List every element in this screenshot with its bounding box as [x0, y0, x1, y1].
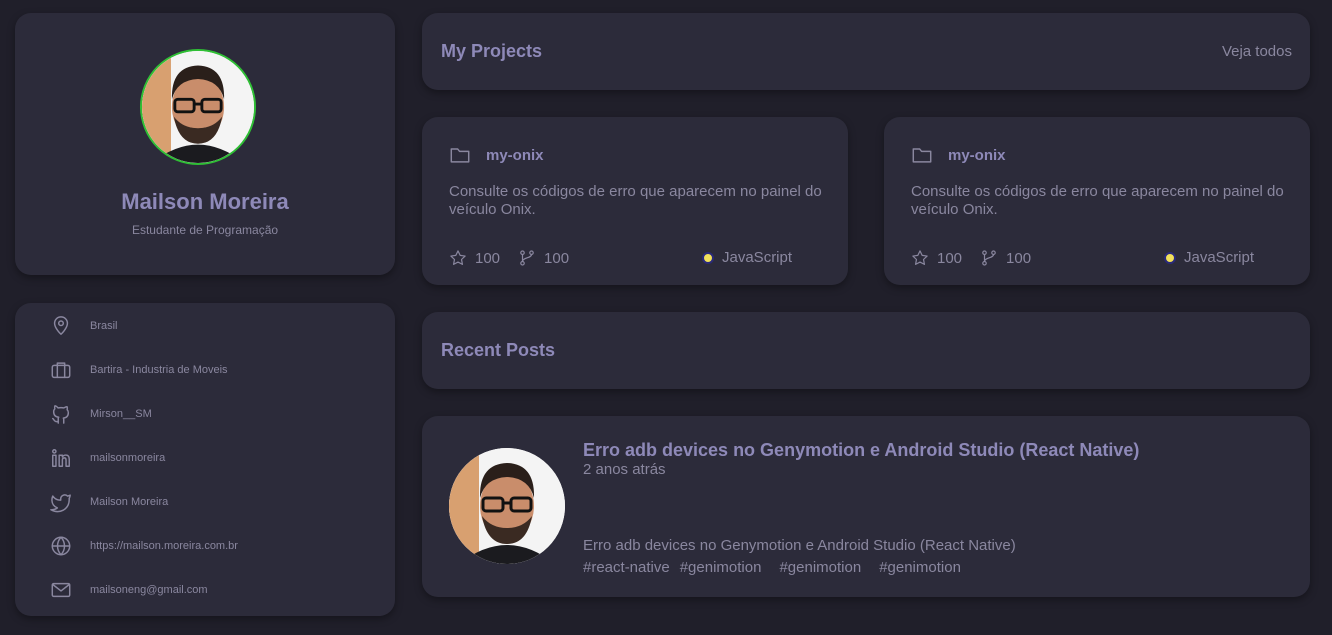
posts-title: Recent Posts: [441, 340, 556, 360]
website-text: https://mailson.moreira.com.br: [90, 540, 238, 552]
post-tag[interactable]: #genimotion: [879, 559, 961, 576]
profile-card: Mailson Moreira Estudante de Programação: [15, 13, 395, 275]
linkedin-icon: [49, 446, 73, 470]
map-pin-icon: [49, 314, 73, 338]
posts-header: Recent Posts: [422, 312, 1310, 389]
profile-role: Estudante de Programação: [131, 223, 279, 237]
post-date: 2 anos atrás: [583, 461, 666, 478]
star-icon: [450, 250, 466, 265]
company-text: Bartira - Industria de Moveis: [90, 364, 228, 376]
twitter-text: Mailson Moreira: [90, 496, 169, 508]
linkedin-text: mailsonmoreira: [90, 452, 166, 464]
post-tag[interactable]: #genimotion: [680, 559, 762, 576]
email-text: mailsoneng@gmail.com: [90, 584, 208, 596]
info-email[interactable]: mailsoneng@gmail.com: [49, 578, 208, 602]
folder-icon: [912, 148, 932, 163]
see-all-link[interactable]: Veja todos: [1222, 43, 1292, 60]
project-language: JavaScript: [1164, 249, 1254, 266]
globe-icon: [49, 534, 73, 558]
project-stars: 100: [449, 249, 500, 267]
star-icon: [912, 250, 928, 265]
project-language: JavaScript: [702, 249, 792, 266]
info-website[interactable]: https://mailson.moreira.com.br: [49, 534, 238, 558]
post-tag[interactable]: #genimotion: [779, 559, 861, 576]
briefcase-icon: [49, 358, 73, 382]
project-forks: 100: [518, 249, 569, 267]
project-card[interactable]: my-onix Consulte os códigos de erro que …: [884, 117, 1310, 285]
project-description: Consulte os códigos de erro que aparecem…: [449, 183, 822, 218]
language-dot: [1164, 251, 1176, 264]
fork-icon: [982, 250, 996, 266]
language-dot: [702, 251, 714, 264]
info-linkedin[interactable]: mailsonmoreira: [49, 446, 165, 470]
post-tag[interactable]: #react-native: [583, 559, 670, 576]
fork-icon: [520, 250, 534, 266]
profile-avatar: [140, 49, 256, 165]
post-avatar: [449, 448, 565, 564]
info-company: Bartira - Industria de Moveis: [49, 358, 228, 382]
project-card[interactable]: my-onix Consulte os códigos de erro que …: [422, 117, 848, 285]
info-twitter[interactable]: Mailson Moreira: [49, 490, 168, 514]
info-github[interactable]: Mirson__SM: [49, 402, 152, 426]
post-title[interactable]: Erro adb devices no Genymotion e Android…: [583, 440, 1139, 461]
project-stars: 100: [911, 249, 962, 267]
project-name: my-onix: [948, 146, 1006, 164]
project-forks: 100: [980, 249, 1031, 267]
twitter-icon: [49, 490, 73, 514]
info-card: Brasil Bartira - Industria de Moveis Mir…: [15, 303, 395, 616]
projects-title: My Projects: [441, 41, 543, 61]
mail-icon: [49, 578, 73, 602]
project-description: Consulte os códigos de erro que aparecem…: [911, 183, 1284, 218]
profile-name: Mailson Moreira: [121, 189, 289, 214]
post-body: Erro adb devices no Genymotion e Android…: [583, 537, 1016, 554]
post-card[interactable]: Erro adb devices no Genymotion e Android…: [422, 416, 1310, 597]
project-name: my-onix: [486, 146, 544, 164]
github-icon: [49, 402, 73, 426]
location-text: Brasil: [90, 320, 118, 332]
info-location: Brasil: [49, 314, 118, 338]
folder-icon: [450, 148, 470, 163]
github-text: Mirson__SM: [90, 408, 152, 420]
projects-header: My Projects Veja todos: [422, 13, 1310, 90]
post-tags: #react-native #genimotion #genimotion #g…: [583, 559, 971, 576]
